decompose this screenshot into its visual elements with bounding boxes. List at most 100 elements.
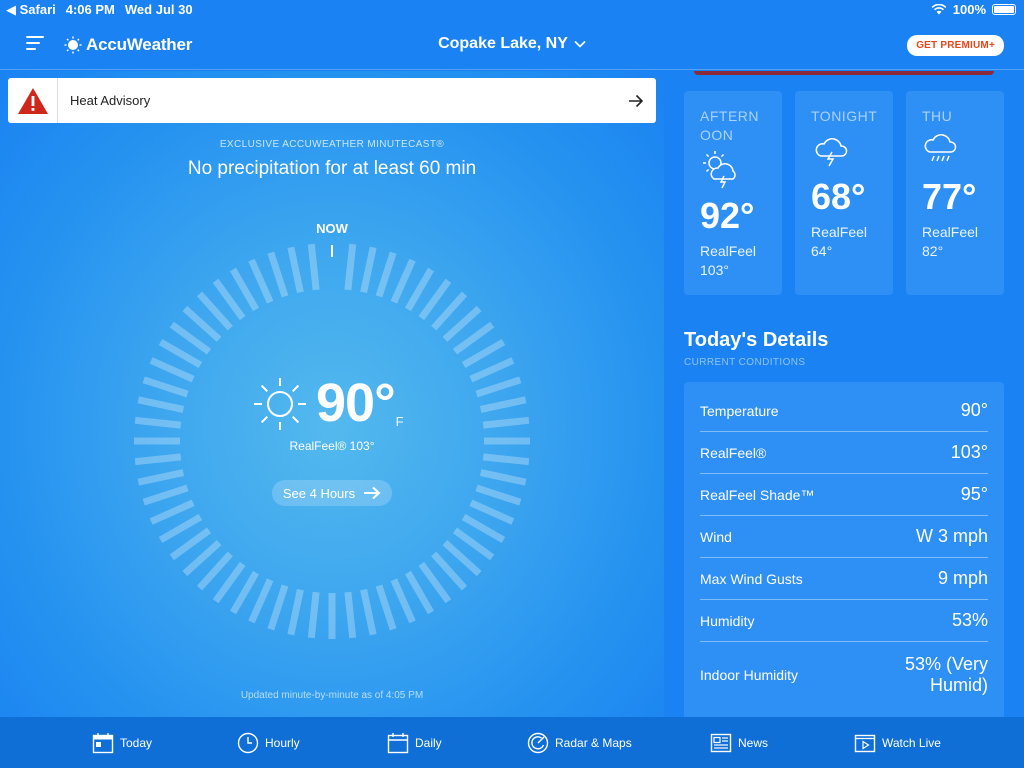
newspaper-icon <box>710 733 732 752</box>
tab-radar-maps[interactable]: Radar & Maps <box>527 717 632 768</box>
minute-tick <box>307 591 320 639</box>
minute-tick <box>134 453 182 466</box>
chevron-down-icon <box>574 40 586 48</box>
minute-tick <box>360 588 377 636</box>
forecast-realfeel-label: RealFeel <box>811 224 868 240</box>
minute-tick <box>344 243 357 291</box>
minute-tick <box>404 267 435 312</box>
forecast-temp: 92° <box>700 195 755 236</box>
forecast-realfeel-value: 82° <box>922 243 944 259</box>
arrow-right-icon <box>364 486 381 500</box>
forecast-period: THU <box>922 108 953 124</box>
minute-tick <box>142 376 189 398</box>
detail-value: 9 mph <box>937 568 988 588</box>
current-temperature: 90° F <box>252 376 412 432</box>
temperature-unit: F <box>395 414 404 429</box>
minute-tick <box>229 570 260 615</box>
forecast-temp: 77° <box>922 176 977 217</box>
now-label: NOW <box>316 221 348 236</box>
play-icon <box>854 734 876 752</box>
back-to-safari[interactable]: ◀ Safari <box>6 2 56 18</box>
clock-icon <box>237 732 259 753</box>
minute-tick <box>137 396 185 413</box>
detail-row-realfeel-shade: RealFeel Shade™ 95° <box>700 474 988 516</box>
wifi-icon <box>931 4 947 15</box>
forecast-temp: 68° <box>811 176 866 217</box>
app-header: AccuWeather Copake Lake, NY GET PREMIUM+ <box>0 22 1024 70</box>
minute-tick <box>158 513 203 544</box>
status-bar: ◀ Safari 4:06 PM Wed Jul 30 100% <box>0 0 1024 20</box>
detail-value: 53% <box>951 610 988 630</box>
tab-watch-live[interactable]: Watch Live <box>854 717 941 768</box>
forecast-realfeel-value: 64° <box>811 243 833 259</box>
minute-tick <box>469 357 515 383</box>
detail-row-max-wind-gusts: Max Wind Gusts 9 mph <box>700 558 988 600</box>
minute-tick <box>267 251 289 298</box>
tab-daily[interactable]: Daily <box>387 717 442 768</box>
temperature-value: 90° <box>316 373 396 433</box>
minute-tick <box>344 591 357 639</box>
detail-label: Wind <box>700 528 732 545</box>
minute-tick <box>375 251 397 298</box>
minute-tick <box>229 267 260 312</box>
ad-banner-edge <box>694 71 994 75</box>
detail-row-wind: Wind W 3 mph <box>700 516 988 558</box>
forecast-realfeel-value: 103° <box>700 262 729 278</box>
calendar-icon <box>387 732 409 753</box>
tab-hourly[interactable]: Hourly <box>237 717 300 768</box>
cloud-thunder-icon <box>815 138 848 167</box>
detail-value: 53% (Very Humid) <box>904 654 988 695</box>
detail-value: 95° <box>960 484 988 504</box>
minute-tick <box>461 338 506 369</box>
detail-row-indoor-humidity: Indoor Humidity 53% (Very Humid) <box>700 642 988 708</box>
sun-cloud-thunder-icon <box>703 151 736 189</box>
forecast-details-panel: AFTERNOON 92° RealFeel 103° TONIGHT 68° R… <box>664 71 1024 717</box>
forecast-period: TONIGHT <box>811 108 878 124</box>
location-name: Copake Lake, NY <box>438 35 568 52</box>
see-4-hours-button[interactable]: See 4 Hours <box>272 480 392 506</box>
bottom-tab-bar: Today Hourly Daily Radar & Maps News Wat… <box>0 717 1024 768</box>
detail-label: RealFeel Shade™ <box>700 486 815 503</box>
minute-tick <box>475 376 522 398</box>
minute-tick <box>307 243 320 291</box>
detail-value: 103° <box>950 442 988 462</box>
minute-tick <box>158 338 203 369</box>
tab-label: News <box>738 735 769 750</box>
forecast-card-tonight[interactable]: TONIGHT 68° RealFeel 64° <box>795 91 893 295</box>
status-date: Wed Jul 30 <box>124 2 193 17</box>
detail-label: Temperature <box>700 402 779 419</box>
detail-label: Max Wind Gusts <box>700 570 803 587</box>
minute-tick <box>137 469 185 486</box>
minute-tick <box>142 484 189 506</box>
get-premium-button[interactable]: GET PREMIUM+ <box>907 35 1004 56</box>
updated-timestamp: Updated minute-by-minute as of 4:05 PM <box>240 690 424 701</box>
see-hours-label: See 4 Hours <box>282 485 356 501</box>
minutecast-title: EXCLUSIVE ACCUWEATHER MINUTECAST® <box>219 139 445 150</box>
forecast-realfeel-label: RealFeel <box>922 224 979 240</box>
minute-tick <box>475 484 522 506</box>
tab-label: Today <box>120 735 153 750</box>
battery-percent: 100% <box>952 2 986 17</box>
details-title: Today's Details <box>684 329 829 351</box>
minute-tick <box>360 246 377 294</box>
minutecast-summary: No precipitation for at least 60 min <box>187 158 477 179</box>
forecast-card-thu[interactable]: THU 77° RealFeel 82° <box>906 91 1004 295</box>
alert-label: Heat Advisory <box>70 93 151 108</box>
minute-tick <box>134 416 182 429</box>
detail-row-realfeel: RealFeel® 103° <box>700 432 988 474</box>
minute-tick <box>248 258 274 304</box>
minute-tick <box>149 357 195 383</box>
detail-label: RealFeel® <box>700 444 767 461</box>
forecast-card-afternoon[interactable]: AFTERNOON 92° RealFeel 103° <box>684 91 782 295</box>
tab-news[interactable]: News <box>710 717 768 768</box>
warning-icon <box>17 87 48 114</box>
heat-advisory-alert[interactable]: Heat Advisory <box>8 78 656 123</box>
location-selector[interactable]: Copake Lake, NY <box>438 35 586 53</box>
minute-tick <box>287 246 304 294</box>
detail-label: Humidity <box>700 612 755 629</box>
battery-icon <box>992 4 1016 15</box>
tab-today[interactable]: Today <box>92 717 152 768</box>
cloud-rain-icon <box>924 134 957 162</box>
sun-icon <box>254 378 306 430</box>
minute-tick <box>404 570 435 615</box>
